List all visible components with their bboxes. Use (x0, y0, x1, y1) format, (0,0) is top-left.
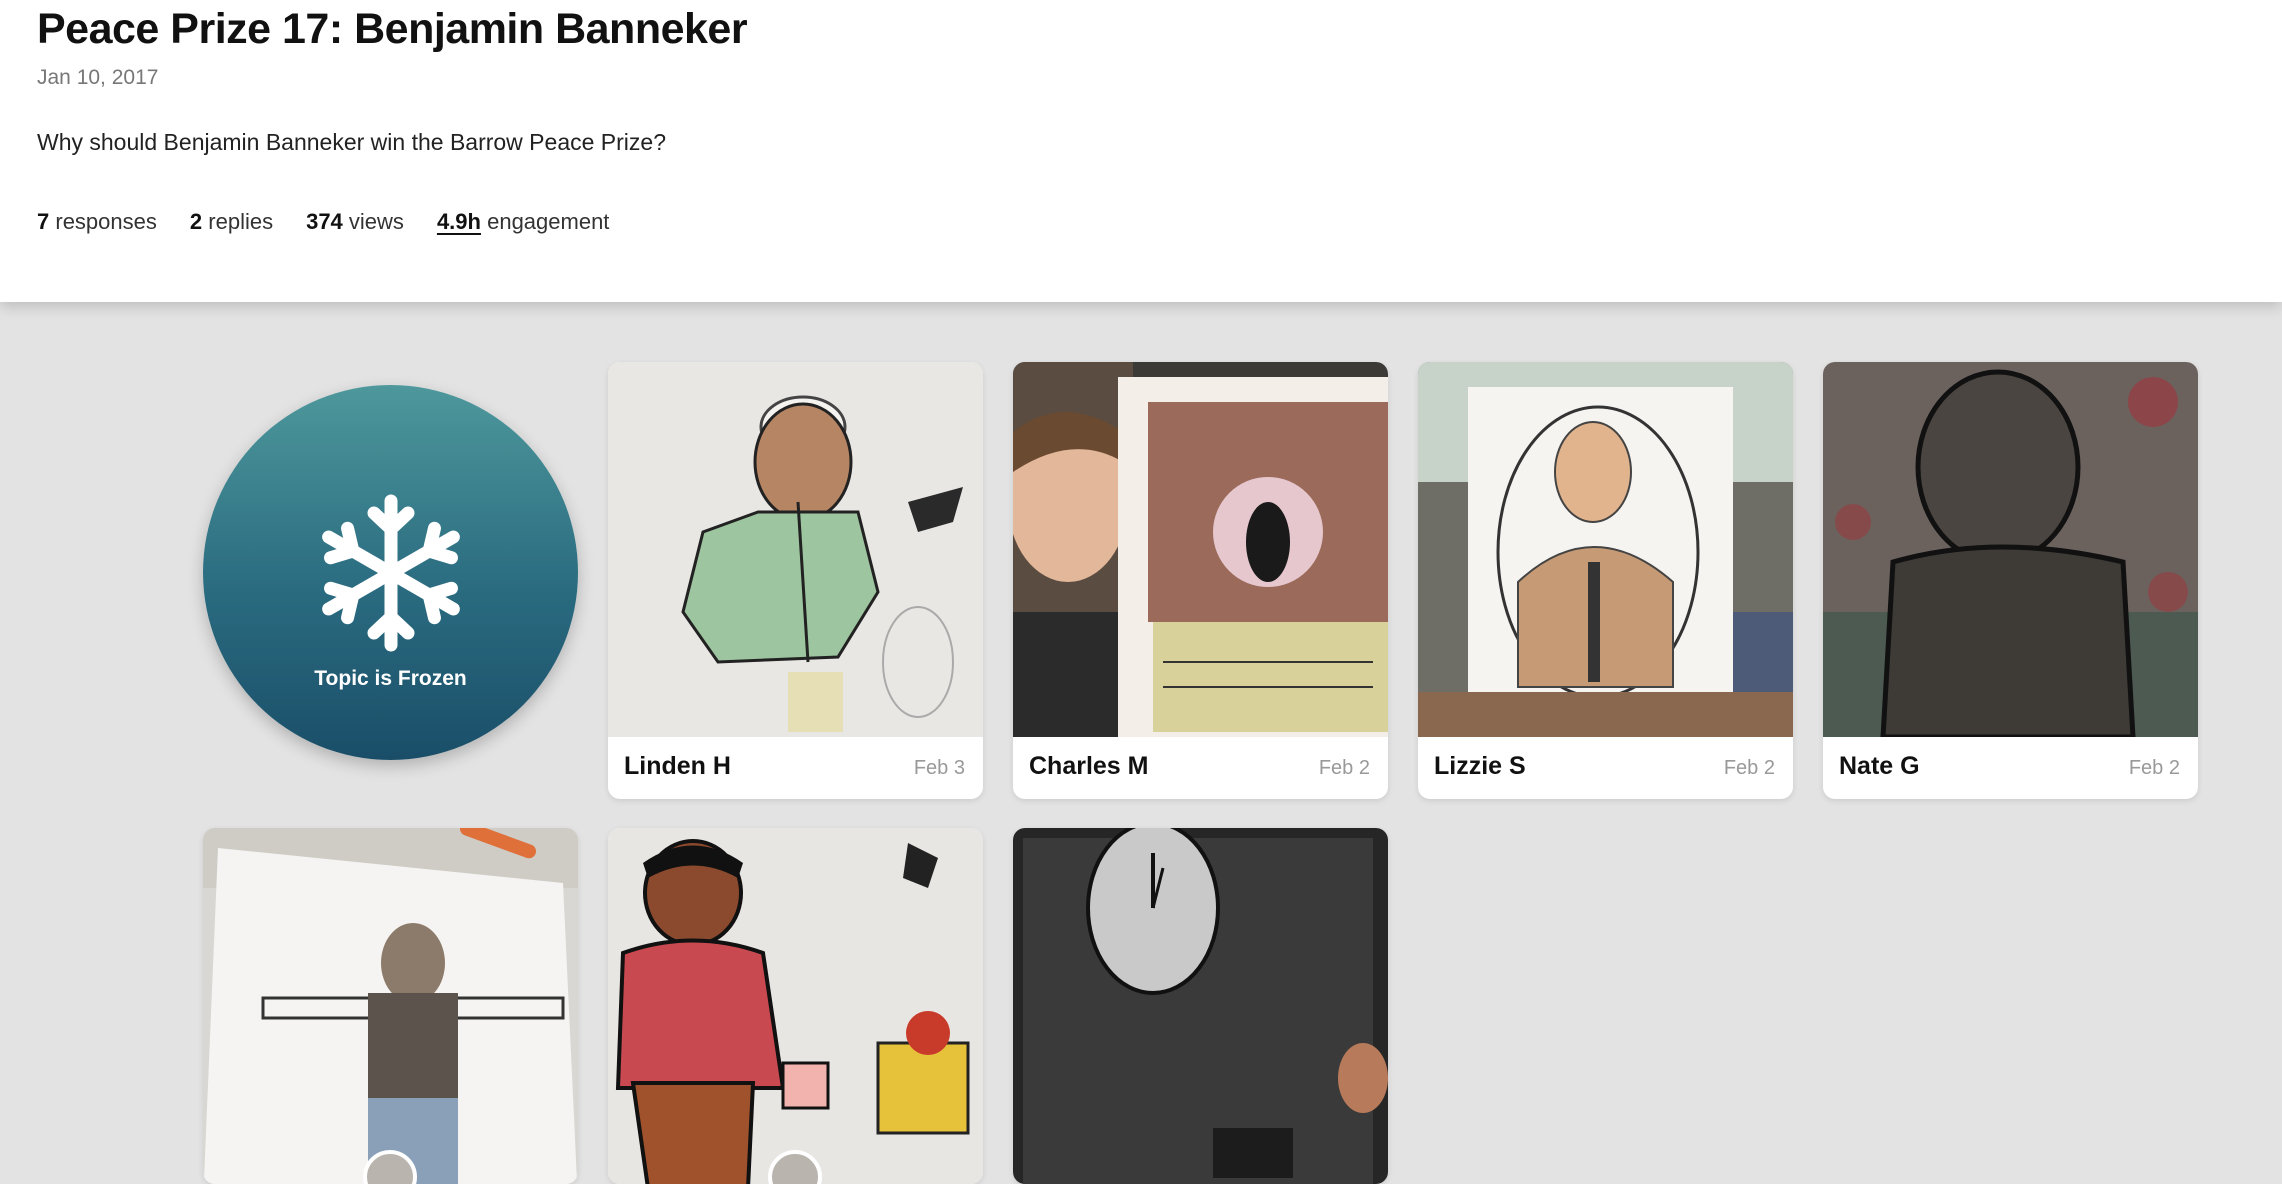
response-card[interactable] (1013, 828, 1388, 1184)
response-author: Linden H (624, 752, 731, 780)
topic-stats: 7 responses 2 replies 374 views 4.9h eng… (37, 209, 609, 235)
response-author: Charles M (1029, 752, 1149, 780)
snowflake-icon (322, 494, 460, 652)
response-thumbnail (1418, 362, 1793, 737)
response-card[interactable] (203, 828, 578, 1184)
response-card[interactable] (608, 828, 983, 1184)
response-thumbnail (1013, 362, 1388, 737)
response-date: Feb 3 (913, 757, 965, 779)
responses-stat: 7 responses (37, 209, 157, 234)
response-thumbnail (608, 362, 983, 737)
replies-stat: 2 replies (189, 209, 274, 234)
response-date: Feb 2 (2128, 757, 2180, 779)
engagement-stat[interactable]: 4.9h engagement (437, 209, 609, 235)
response-date: Feb 2 (1723, 757, 1775, 779)
topic-header: Peace Prize 17: Benjamin Banneker Jan 10… (0, 0, 2282, 302)
response-thumbnail (1013, 828, 1388, 1184)
response-thumbnail (203, 828, 578, 1184)
response-card[interactable]: Nate G Feb 2 (1823, 362, 2198, 799)
topic-frozen-badge: Topic is Frozen (203, 385, 578, 760)
response-thumbnail (1823, 362, 2198, 737)
response-author: Lizzie S (1434, 752, 1526, 780)
response-card[interactable]: Charles M Feb 2 (1013, 362, 1388, 799)
response-card[interactable]: Linden H Feb 3 (608, 362, 983, 799)
topic-date: Jan 10, 2017 (37, 66, 159, 89)
response-date: Feb 2 (1318, 757, 1370, 779)
page-title: Peace Prize 17: Benjamin Banneker (37, 5, 748, 53)
views-stat: 374 views (306, 209, 404, 234)
response-card[interactable]: Lizzie S Feb 2 (1418, 362, 1793, 799)
response-author: Nate G (1839, 752, 1920, 780)
response-thumbnail (608, 828, 983, 1184)
frozen-label: Topic is Frozen (314, 667, 467, 690)
topic-prompt: Why should Benjamin Banneker win the Bar… (37, 129, 666, 155)
